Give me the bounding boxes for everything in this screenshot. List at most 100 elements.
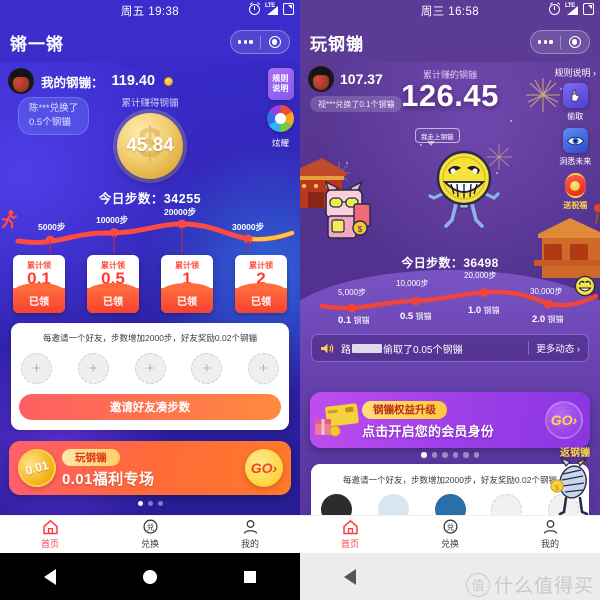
target-icon[interactable] — [261, 36, 290, 48]
promo-tag: 玩钢镚 — [62, 448, 120, 466]
tab-profile[interactable]: 我的 — [500, 516, 600, 553]
blessing-label: 送祝福 — [563, 201, 588, 210]
reward-card[interactable]: 累计领 0.5 已领 — [87, 255, 139, 313]
page-title: 锵一锵 — [10, 34, 64, 54]
site-watermark: 值 什么值得买 — [465, 571, 594, 598]
more-dots-icon[interactable] — [231, 40, 260, 44]
alarm-icon — [549, 3, 560, 15]
tab-home[interactable]: 首页 — [0, 516, 100, 553]
banner-dot[interactable] — [421, 452, 427, 458]
cat-mascot: $ — [324, 180, 371, 239]
news-more-link[interactable]: 更多动态 › — [536, 341, 580, 355]
coin-icon — [164, 76, 174, 86]
membership-banner[interactable]: 钢镚权益升级 点击开启您的会员身份 GO › — [310, 392, 590, 448]
miniapp-capsule[interactable] — [530, 30, 590, 54]
account-row[interactable]: 107.37 — [308, 66, 383, 92]
back-triangle-icon[interactable] — [343, 568, 356, 585]
reward-card[interactable]: 累计领 0.1 已领 — [13, 255, 65, 313]
lte-signal-icon: LTE — [265, 3, 278, 15]
friend-slot[interactable]: + — [21, 353, 52, 384]
card-status: 已领 — [87, 283, 139, 313]
left-step-track: 5000步 10000步 20000步 30000步 — [0, 207, 300, 253]
more-dots-icon[interactable] — [531, 40, 560, 44]
card-status: 已领 — [235, 283, 287, 313]
aperture-icon[interactable] — [267, 105, 294, 132]
banner-dot[interactable] — [157, 501, 163, 506]
friend-slot[interactable]: + — [134, 353, 166, 384]
back-triangle-icon[interactable] — [43, 568, 56, 585]
milestone-top-1: 5,000步 — [338, 288, 367, 297]
banner-go-button[interactable]: GO › — [545, 401, 583, 439]
balance-label: 我的钢镚： — [41, 75, 104, 90]
tab-exchange-label: 兑换 — [140, 539, 159, 549]
dual-screenshot-wrap: 周五 19:38 LTE 锵一锵 我的钢镚： 119.40 陈***兑换了0. — [0, 0, 600, 600]
gift-card-icon — [315, 403, 359, 437]
banner-dot[interactable] — [452, 452, 458, 458]
rule-badge[interactable]: 规则 说明 — [267, 68, 294, 100]
avatar[interactable] — [8, 68, 34, 94]
target-icon[interactable] — [561, 36, 590, 48]
today-steps: 今日步数：36498 — [401, 256, 499, 270]
left-status-bar: 周五 19:38 LTE — [0, 0, 300, 22]
banner-dot[interactable] — [463, 452, 469, 458]
milestone-label-4: 30000步 — [232, 222, 265, 232]
promo-main-text: 0.01福利专场 — [62, 470, 155, 488]
news-masked-name — [352, 343, 382, 353]
tab-profile-label: 我的 — [540, 539, 559, 549]
left-title-bar: 锵一锵 — [0, 22, 300, 62]
insight-label: 洞悉未来 — [559, 157, 592, 166]
lte-signal-icon: LTE — [565, 3, 578, 15]
banner-dot[interactable] — [442, 452, 448, 458]
promo-go-label: GO — [250, 460, 273, 476]
tab-exchange[interactable]: 兑 兑换 — [400, 516, 500, 553]
account-row[interactable]: 我的钢镚： 119.40 — [0, 62, 300, 94]
news-suffix: 偷取了0.05个钢镚 — [383, 344, 463, 356]
banner-dot[interactable] — [137, 501, 143, 506]
avatar[interactable] — [308, 66, 334, 92]
invite-tip: 每邀请一个好友，步数增加2000步，好友奖励0.02个钢镚 — [43, 333, 257, 343]
tab-profile[interactable]: 我的 — [200, 516, 300, 553]
invite-tip: 每邀请一个好友，步数增加2000步，好友奖励0.02个钢镚 — [343, 475, 557, 485]
hand-glyph — [571, 89, 579, 102]
promo-go-button[interactable]: GO › — [245, 449, 283, 487]
svg-text:$: $ — [555, 485, 559, 492]
home-circle-icon[interactable] — [142, 569, 157, 584]
friend-slot[interactable]: + — [77, 353, 109, 384]
miniapp-capsule[interactable] — [230, 30, 290, 54]
friend-slot[interactable]: + — [248, 353, 279, 384]
milestone-top-3: 20,000步 — [464, 271, 497, 280]
steal-label: 偷取 — [567, 112, 584, 121]
lantern-icon[interactable] — [564, 173, 586, 198]
invite-friends-button[interactable]: 邀请好友凑步数 — [19, 394, 281, 420]
hand-icon[interactable] — [562, 83, 588, 108]
tab-home-label: 首页 — [340, 539, 359, 549]
tab-home[interactable]: 首页 — [300, 516, 400, 553]
promo-text-group: 玩钢镚 0.01福利专场 — [56, 448, 245, 489]
status-icons: LTE — [249, 3, 294, 15]
person-icon — [543, 520, 557, 534]
banner-dot[interactable] — [147, 501, 153, 506]
total-earned-value: 45.84 — [126, 135, 174, 156]
reward-card[interactable]: 累计领 1 已领 — [161, 255, 213, 313]
rule-link[interactable]: 规则说明 › — [555, 66, 597, 79]
milestone-bot-4: 2.0 钢镚 — [532, 314, 564, 325]
balance-value: 119.40 — [111, 73, 156, 89]
page-title: 玩钢镚 — [310, 34, 364, 54]
left-tab-bar: 首页 兑 兑换 我的 — [0, 515, 300, 553]
banner-go-label: GO — [550, 412, 573, 428]
banner-dot[interactable] — [431, 452, 437, 458]
reward-card[interactable]: 累计领 2 已领 — [235, 255, 287, 313]
card-status: 已领 — [13, 283, 65, 313]
banner-dot[interactable] — [473, 452, 479, 458]
milestone-top-2: 10,000步 — [396, 279, 429, 288]
watermark-text: 什么值得买 — [493, 576, 594, 597]
eye-icon[interactable] — [562, 128, 588, 153]
news-ticker[interactable]: 路 偷取了0.05个钢镚 更多动态 › — [311, 334, 589, 362]
recents-square-icon[interactable] — [244, 570, 257, 583]
right-status-bar: 周三 16:58 LTE — [300, 0, 600, 22]
milestone-bot-1: 0.1 钢镚 — [338, 315, 370, 326]
promo-banner[interactable]: 0.01 玩钢镚 0.01福利专场 GO › — [9, 441, 291, 495]
friend-slot[interactable]: + — [191, 353, 223, 384]
total-earned-coin[interactable]: 45.84 — [117, 113, 183, 179]
tab-exchange[interactable]: 兑 兑换 — [100, 516, 200, 553]
